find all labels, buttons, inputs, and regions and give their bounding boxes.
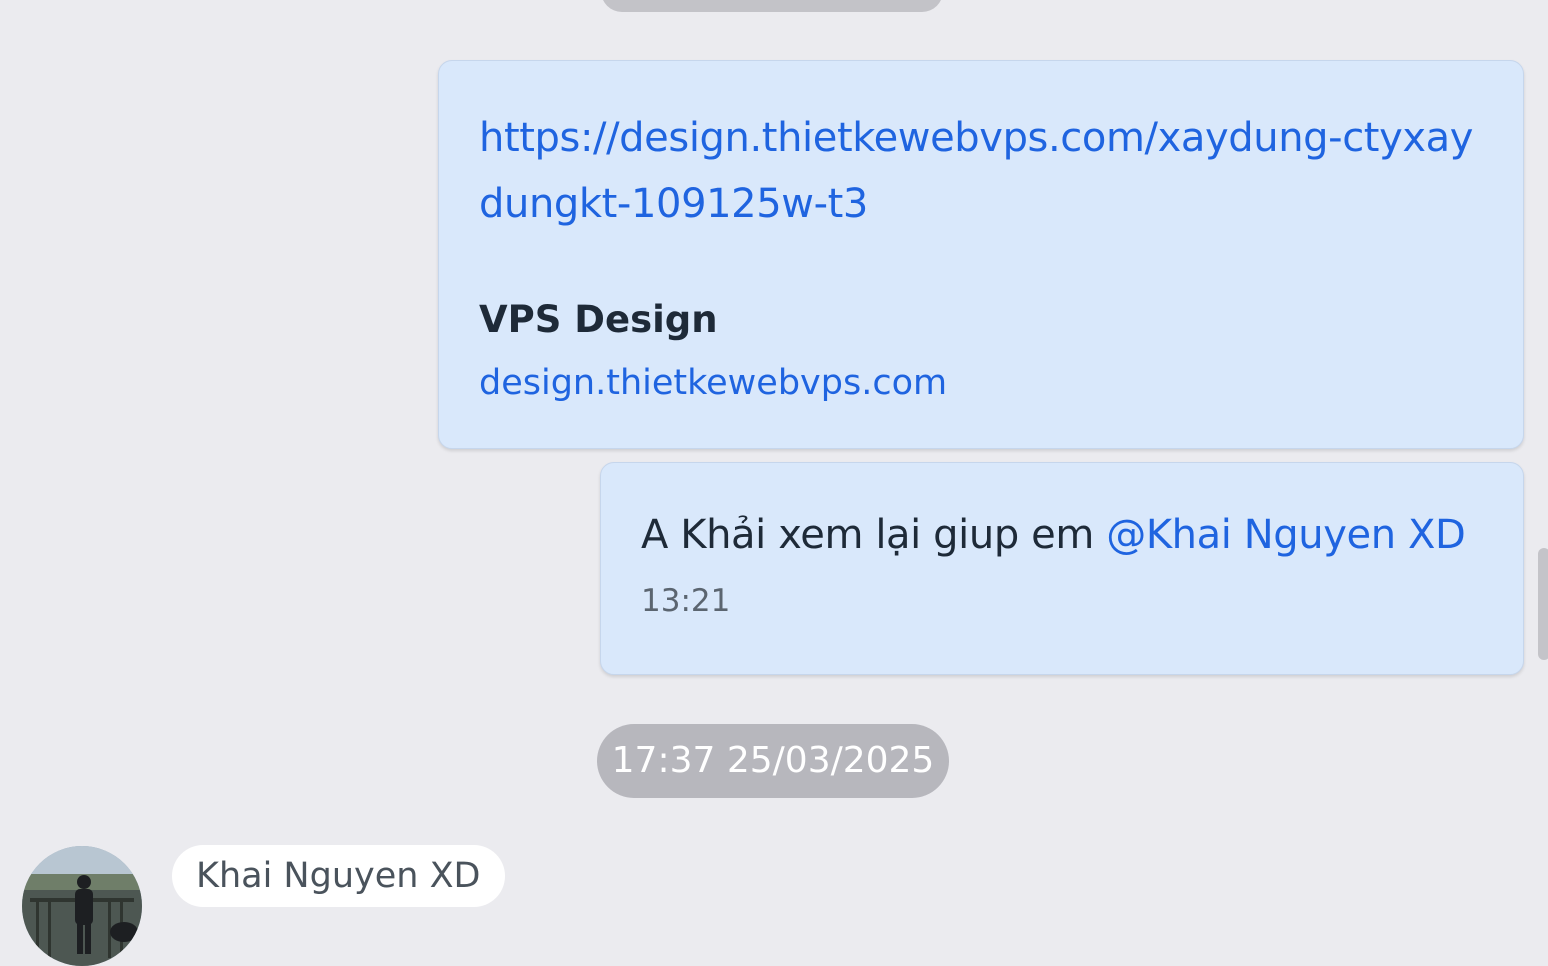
link-message-bubble[interactable]: https://design.thietkewebvps.com/xaydung… — [438, 60, 1524, 449]
link-preview-domain[interactable]: design.thietkewebvps.com — [479, 359, 1483, 407]
link-preview-title: VPS Design — [479, 298, 718, 341]
message-time: 13:21 — [641, 583, 731, 619]
message-link[interactable]: https://design.thietkewebvps.com/xaydung… — [479, 105, 1489, 237]
scrollbar-thumb[interactable] — [1538, 548, 1548, 660]
date-separator: 17:37 25/03/2025 — [597, 724, 949, 798]
mention-link[interactable]: @Khai Nguyen XD — [1106, 512, 1466, 558]
avatar[interactable] — [22, 846, 142, 966]
date-separator-previous — [601, 0, 943, 12]
message-text-line: A Khải xem lại giup em @Khai Nguyen XD — [641, 507, 1483, 563]
text-message-bubble[interactable]: A Khải xem lại giup em @Khai Nguyen XD 1… — [600, 462, 1524, 675]
avatar-photo — [22, 846, 142, 966]
message-text: A Khải xem lại giup em — [641, 512, 1107, 558]
sender-name: Khai Nguyen XD — [172, 845, 505, 907]
